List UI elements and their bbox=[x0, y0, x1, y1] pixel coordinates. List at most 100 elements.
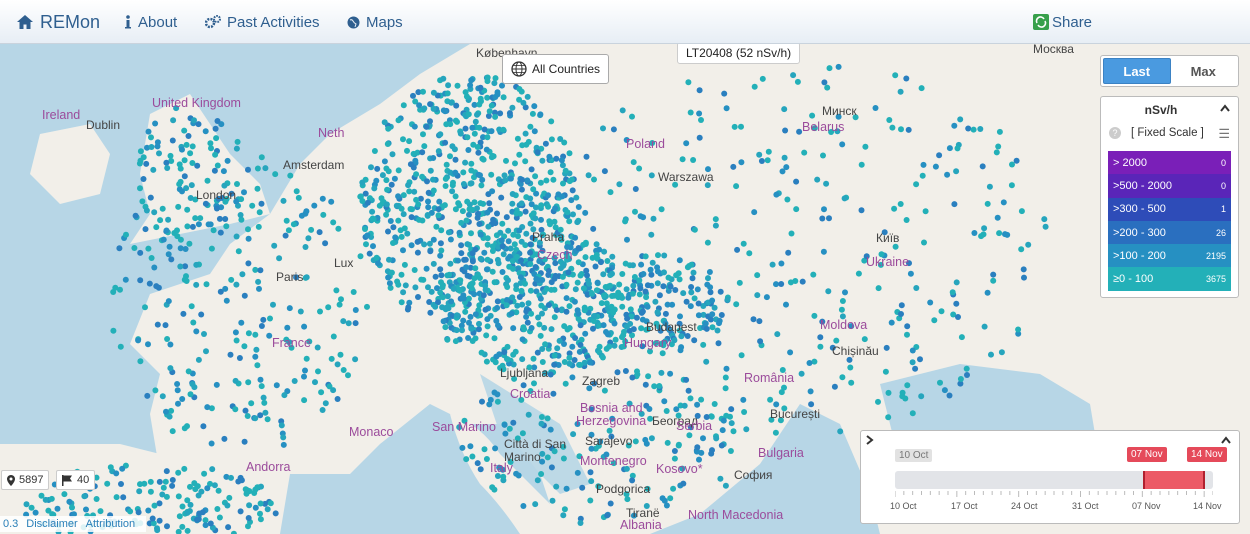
station-dot[interactable] bbox=[904, 382, 911, 389]
station-dot[interactable] bbox=[616, 281, 623, 288]
station-dot[interactable] bbox=[767, 396, 774, 403]
station-dot[interactable] bbox=[575, 310, 582, 317]
station-dot[interactable] bbox=[462, 256, 469, 263]
station-dot[interactable] bbox=[200, 423, 207, 430]
station-dot[interactable] bbox=[153, 283, 160, 290]
station-dot[interactable] bbox=[560, 512, 567, 519]
station-dot[interactable] bbox=[671, 448, 678, 454]
station-dot[interactable] bbox=[773, 281, 779, 288]
chevron-up-icon[interactable] bbox=[1220, 101, 1230, 115]
station-dot[interactable] bbox=[642, 288, 649, 295]
station-dot[interactable] bbox=[388, 181, 395, 188]
station-dot[interactable] bbox=[667, 370, 674, 377]
station-dot[interactable] bbox=[234, 138, 241, 145]
station-dot[interactable] bbox=[538, 420, 545, 427]
station-dot[interactable] bbox=[202, 522, 209, 529]
station-dot[interactable] bbox=[444, 336, 451, 343]
station-dot[interactable] bbox=[544, 415, 551, 422]
station-dot[interactable] bbox=[998, 349, 1005, 356]
station-dot[interactable] bbox=[127, 508, 134, 515]
station-dot[interactable] bbox=[649, 259, 656, 266]
station-dot[interactable] bbox=[476, 320, 482, 327]
station-dot[interactable] bbox=[315, 368, 321, 375]
station-dot[interactable] bbox=[838, 306, 845, 313]
station-dot[interactable] bbox=[262, 409, 269, 416]
station-dot[interactable] bbox=[489, 248, 496, 254]
station-dot[interactable] bbox=[280, 441, 287, 448]
station-dot[interactable] bbox=[186, 240, 193, 247]
station-dot[interactable] bbox=[946, 392, 953, 399]
station-dot[interactable] bbox=[162, 322, 169, 329]
station-dot[interactable] bbox=[221, 435, 228, 442]
station-dot[interactable] bbox=[498, 237, 505, 244]
station-dot[interactable] bbox=[330, 219, 337, 226]
station-dot[interactable] bbox=[794, 78, 801, 85]
station-dot[interactable] bbox=[145, 128, 152, 135]
station-dot[interactable] bbox=[680, 480, 687, 487]
station-dot[interactable] bbox=[477, 255, 484, 262]
station-dot[interactable] bbox=[553, 307, 560, 313]
station-dot[interactable] bbox=[505, 227, 512, 234]
station-dot[interactable] bbox=[706, 269, 713, 275]
station-dot[interactable] bbox=[858, 207, 865, 214]
station-dot[interactable] bbox=[395, 281, 402, 288]
station-dot[interactable] bbox=[898, 302, 905, 309]
station-dot[interactable] bbox=[483, 266, 490, 273]
station-dot[interactable] bbox=[163, 468, 170, 475]
station-dot[interactable] bbox=[629, 290, 636, 297]
station-dot[interactable] bbox=[325, 304, 332, 311]
station-dot[interactable] bbox=[885, 414, 892, 421]
station-dot[interactable] bbox=[875, 285, 882, 292]
station-dot[interactable] bbox=[622, 260, 629, 267]
station-dot[interactable] bbox=[220, 168, 227, 175]
station-dot[interactable] bbox=[440, 75, 447, 82]
station-dot[interactable] bbox=[548, 118, 555, 125]
station-dot[interactable] bbox=[362, 226, 368, 232]
station-dot[interactable] bbox=[619, 107, 626, 114]
station-dot[interactable] bbox=[519, 176, 526, 183]
legend-row[interactable]: > 2000 0 bbox=[1108, 151, 1231, 175]
station-dot[interactable] bbox=[395, 193, 402, 200]
station-dot[interactable] bbox=[571, 298, 578, 305]
station-dot[interactable] bbox=[272, 510, 279, 517]
station-dot[interactable] bbox=[927, 299, 934, 306]
station-dot[interactable] bbox=[312, 379, 318, 386]
station-dot[interactable] bbox=[544, 454, 551, 461]
station-dot[interactable] bbox=[774, 331, 781, 338]
station-dot[interactable] bbox=[550, 390, 557, 397]
station-dot[interactable] bbox=[385, 168, 392, 175]
station-dot[interactable] bbox=[216, 215, 223, 222]
station-dot[interactable] bbox=[404, 230, 411, 237]
station-dot[interactable] bbox=[596, 246, 603, 253]
station-dot[interactable] bbox=[685, 387, 692, 394]
station-dot[interactable] bbox=[278, 422, 285, 429]
station-dot[interactable] bbox=[821, 206, 827, 213]
station-dot[interactable] bbox=[507, 175, 514, 182]
station-dot[interactable] bbox=[137, 148, 144, 155]
station-dot[interactable] bbox=[698, 117, 704, 123]
station-dot[interactable] bbox=[32, 509, 39, 516]
station-dot[interactable] bbox=[255, 223, 262, 230]
station-dot[interactable] bbox=[252, 266, 259, 273]
station-dot[interactable] bbox=[522, 158, 529, 165]
station-dot[interactable] bbox=[463, 217, 470, 224]
station-dot[interactable] bbox=[452, 206, 459, 213]
station-dot[interactable] bbox=[993, 149, 1000, 156]
station-dot[interactable] bbox=[234, 181, 240, 187]
station-dot[interactable] bbox=[593, 287, 600, 294]
station-dot[interactable] bbox=[145, 507, 152, 514]
station-dot[interactable] bbox=[241, 438, 248, 445]
station-dot[interactable] bbox=[245, 330, 252, 337]
station-dot[interactable] bbox=[390, 240, 396, 246]
station-dot[interactable] bbox=[633, 314, 640, 321]
station-dot[interactable] bbox=[492, 220, 499, 227]
station-dot[interactable] bbox=[193, 281, 200, 288]
attribution-link[interactable]: Attribution bbox=[86, 518, 136, 530]
station-dot[interactable] bbox=[252, 331, 259, 338]
station-dot[interactable] bbox=[562, 380, 569, 387]
station-dot[interactable] bbox=[322, 240, 329, 247]
station-dot[interactable] bbox=[390, 224, 397, 231]
station-dot[interactable] bbox=[162, 478, 169, 485]
station-dot[interactable] bbox=[167, 365, 174, 372]
station-dot[interactable] bbox=[552, 205, 559, 212]
